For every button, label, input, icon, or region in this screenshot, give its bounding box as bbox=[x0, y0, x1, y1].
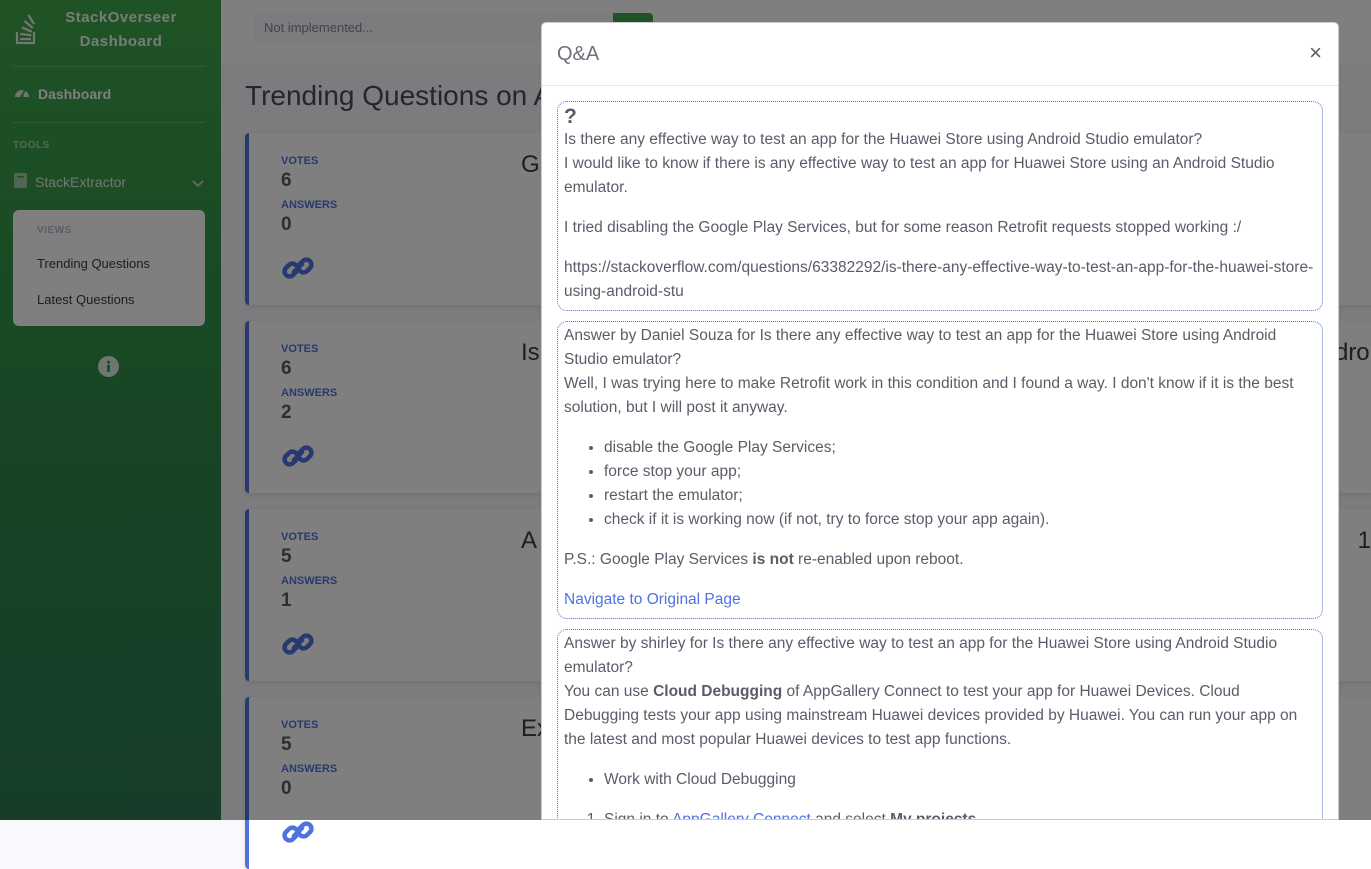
list-item: check if it is working now (if not, try … bbox=[604, 508, 1317, 532]
question-title: Is there any effective way to test an ap… bbox=[564, 131, 1203, 148]
ps-text: P.S.: Google Play Services bbox=[564, 551, 753, 568]
answer-text-part: You can use bbox=[564, 683, 654, 700]
modal-title: Q&A bbox=[557, 43, 600, 65]
list-item: restart the emulator; bbox=[604, 484, 1317, 508]
question-body: I tried disabling the Google Play Servic… bbox=[564, 219, 1242, 236]
answer-text: You can use Cloud Debugging of AppGaller… bbox=[564, 680, 1317, 752]
question-url: https://stackoverflow.com/questions/6338… bbox=[564, 259, 1314, 300]
answer-link-row: Navigate to Original Page bbox=[564, 588, 1317, 612]
ps-bold-text: is not bbox=[752, 551, 794, 568]
qa-modal: Q&A × ? Is there any effective way to te… bbox=[541, 22, 1339, 820]
modal-body[interactable]: ? Is there any effective way to test an … bbox=[557, 101, 1323, 820]
answer-heading: Answer by Daniel Souza for Is there any … bbox=[564, 327, 1277, 368]
step-text: . bbox=[976, 811, 981, 820]
answer-steps-list: Sign in to AppGallery Connect and select… bbox=[564, 808, 1317, 820]
answer-text: Well, I was trying here to make Retrofit… bbox=[564, 375, 1294, 416]
ps-text: re-enabled upon reboot. bbox=[793, 551, 964, 568]
navigate-original-link[interactable]: Navigate to Original Page bbox=[564, 591, 741, 608]
modal-header: Q&A × bbox=[542, 23, 1338, 86]
answer-box: Answer by Daniel Souza for Is there any … bbox=[557, 321, 1323, 619]
list-item: Sign in to AppGallery Connect and select… bbox=[604, 808, 1317, 820]
question-body: I would like to know if there is any eff… bbox=[564, 155, 1275, 196]
answer-bullet-list: Work with Cloud Debugging bbox=[564, 768, 1317, 792]
answer-ps: P.S.: Google Play Services is not re-ena… bbox=[564, 548, 1317, 572]
question-mark-icon: ? bbox=[564, 105, 577, 128]
answer-box: Answer by shirley for Is there any effec… bbox=[557, 629, 1323, 820]
step-bold-text: My projects bbox=[890, 811, 977, 820]
question-box: ? Is there any effective way to test an … bbox=[557, 101, 1323, 311]
answer-heading: Answer by shirley for Is there any effec… bbox=[564, 635, 1278, 676]
close-button[interactable]: × bbox=[1309, 40, 1322, 66]
step-text: Sign in to bbox=[604, 811, 673, 820]
list-item: force stop your app; bbox=[604, 460, 1317, 484]
link-icon[interactable] bbox=[281, 815, 315, 854]
answer-steps-list: disable the Google Play Services; force … bbox=[564, 436, 1317, 532]
answer-bold-text: Cloud Debugging bbox=[653, 683, 783, 700]
list-item: Work with Cloud Debugging bbox=[604, 768, 1317, 792]
step-text: and select bbox=[810, 811, 891, 820]
list-item: disable the Google Play Services; bbox=[604, 436, 1317, 460]
appgallery-connect-link[interactable]: AppGallery Connect bbox=[672, 811, 811, 819]
